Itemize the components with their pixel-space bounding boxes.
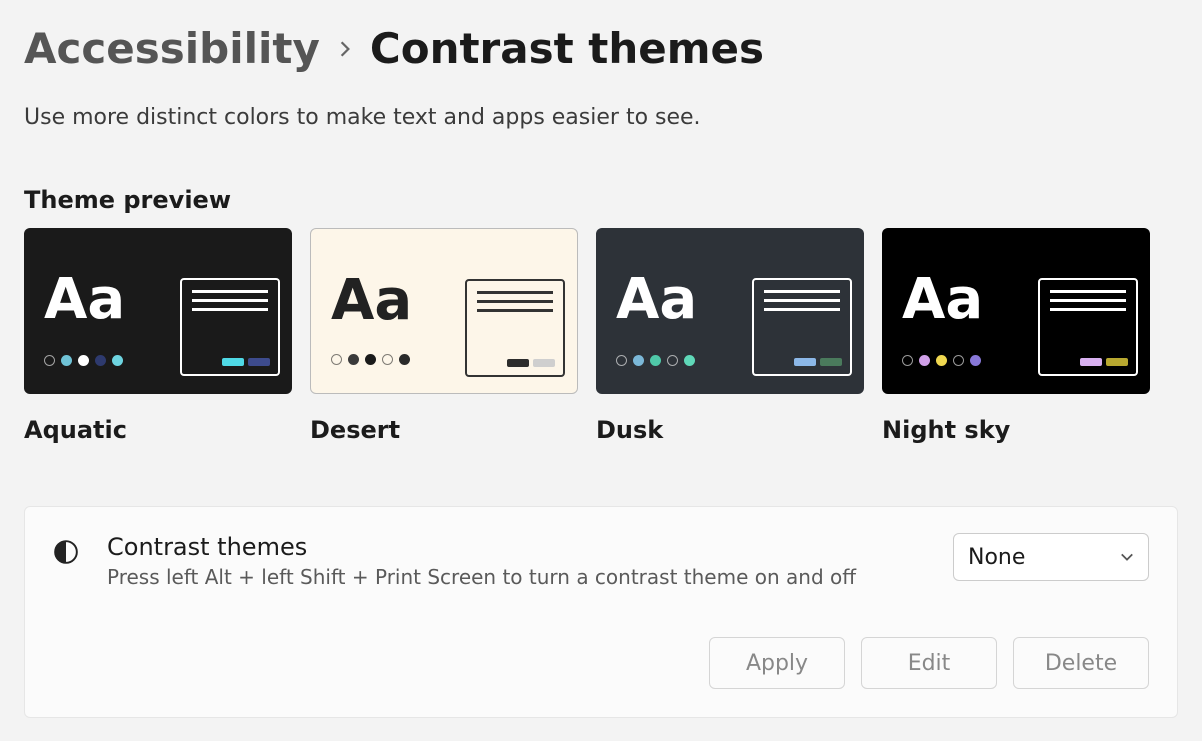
- theme-item-dusk[interactable]: Aa Dusk: [596, 228, 864, 444]
- theme-tile: Aa: [24, 228, 292, 394]
- card-text: Contrast themes Press left Alt + left Sh…: [107, 533, 925, 589]
- theme-swatch-row: [902, 355, 981, 366]
- card-title: Contrast themes: [107, 533, 925, 561]
- theme-tile: Aa: [596, 228, 864, 394]
- card-button-row: Apply Edit Delete: [53, 637, 1149, 689]
- edit-button[interactable]: Edit: [861, 637, 997, 689]
- contrast-themes-card: Contrast themes Press left Alt + left Sh…: [24, 506, 1178, 718]
- theme-grid: Aa Aquatic Aa Desert Aa Dusk Aa Night sky: [24, 228, 1178, 444]
- chevron-right-icon: [336, 40, 354, 58]
- theme-item-desert[interactable]: Aa Desert: [310, 228, 578, 444]
- chevron-down-icon: [1120, 550, 1134, 564]
- theme-item-aquatic[interactable]: Aa Aquatic: [24, 228, 292, 444]
- theme-dropdown[interactable]: None: [953, 533, 1149, 581]
- theme-panel: [180, 278, 280, 376]
- card-row: Contrast themes Press left Alt + left Sh…: [53, 533, 1149, 589]
- breadcrumb-parent[interactable]: Accessibility: [24, 24, 320, 73]
- page-description: Use more distinct colors to make text an…: [24, 105, 1178, 130]
- theme-swatch-row: [616, 355, 695, 366]
- card-subtitle: Press left Alt + left Shift + Print Scre…: [107, 565, 925, 589]
- theme-preview-heading: Theme preview: [24, 186, 1178, 214]
- theme-panel: [1038, 278, 1138, 376]
- dropdown-value: None: [968, 545, 1025, 570]
- theme-tile: Aa: [882, 228, 1150, 394]
- theme-panel: [465, 279, 565, 377]
- delete-button[interactable]: Delete: [1013, 637, 1149, 689]
- theme-name: Desert: [310, 416, 578, 444]
- theme-item-night-sky[interactable]: Aa Night sky: [882, 228, 1150, 444]
- breadcrumb-current: Contrast themes: [370, 24, 764, 73]
- contrast-icon: [53, 539, 79, 565]
- theme-name: Dusk: [596, 416, 864, 444]
- breadcrumb: Accessibility Contrast themes: [24, 24, 1178, 73]
- theme-swatch-row: [331, 354, 410, 365]
- theme-name: Aquatic: [24, 416, 292, 444]
- theme-panel: [752, 278, 852, 376]
- theme-name: Night sky: [882, 416, 1150, 444]
- theme-swatch-row: [44, 355, 123, 366]
- theme-tile: Aa: [310, 228, 578, 394]
- apply-button[interactable]: Apply: [709, 637, 845, 689]
